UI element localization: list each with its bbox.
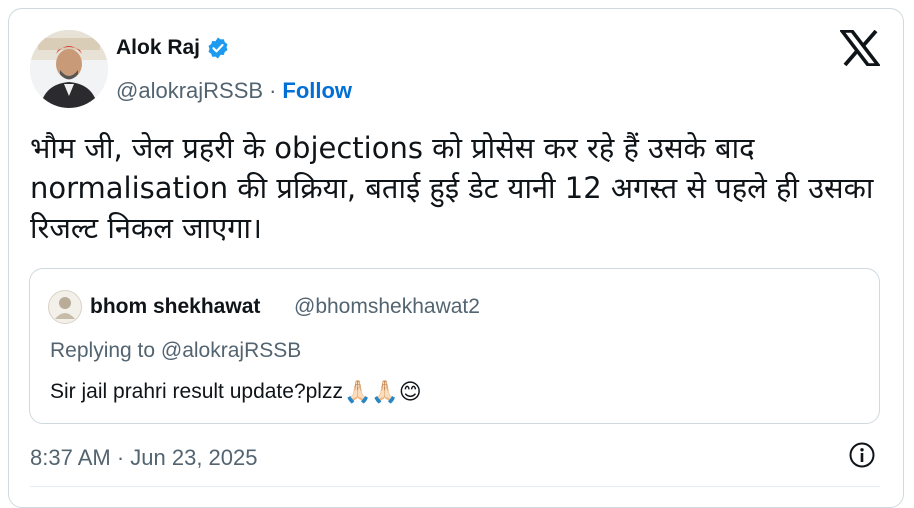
quoted-avatar [48, 290, 82, 324]
author-handle[interactable]: @alokrajRSSB [116, 78, 263, 104]
replying-to-label: Replying to @alokrajRSSB [50, 339, 302, 362]
divider [30, 486, 880, 487]
info-icon[interactable] [848, 441, 876, 469]
author-handle-row: @alokrajRSSB · Follow [116, 78, 352, 104]
tweet-text: भौम जी, जेल प्रहरी के objections को प्रो… [30, 131, 874, 245]
tweet-timestamp[interactable]: 8:37 AM · Jun 23, 2025 [30, 445, 258, 471]
quoted-author-handle: @bhomshekhawat2 [294, 295, 480, 318]
verified-badge-icon [206, 36, 230, 60]
author-avatar[interactable] [30, 30, 108, 108]
quoted-text: Sir jail prahri result update?plzz [50, 380, 343, 403]
quoted-author-name: bhom shekhawat [90, 295, 261, 318]
emoji-group: 🙏🏻🙏🏻😊 [343, 379, 422, 404]
author-name-row[interactable]: Alok Raj [116, 36, 230, 60]
quoted-tweet[interactable]: bhom shekhawat @bhomshekhawat2 Replying … [29, 268, 880, 424]
follow-button[interactable]: Follow [282, 78, 352, 104]
author-name[interactable]: Alok Raj [116, 36, 200, 60]
x-logo-icon[interactable] [838, 29, 882, 67]
quoted-text-row: Sir jail prahri result update?plzz 🙏🏻🙏🏻😊 [50, 379, 422, 405]
separator: · [269, 78, 277, 103]
